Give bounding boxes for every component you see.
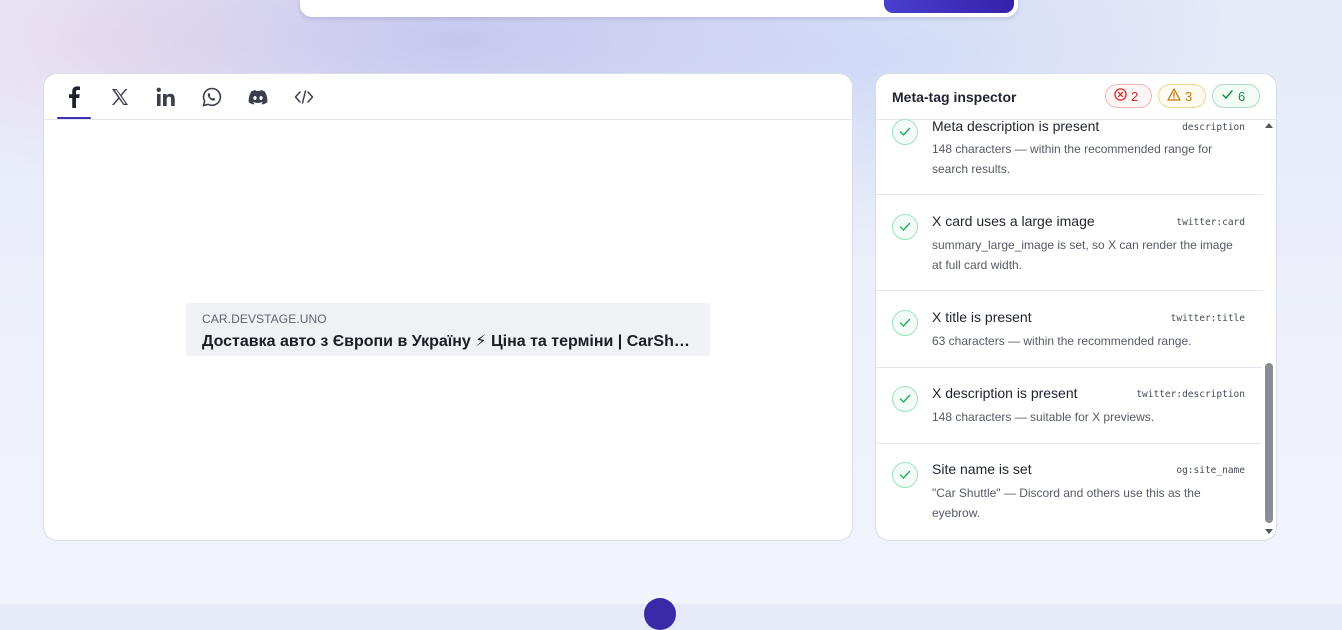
tab-discord[interactable] (241, 74, 275, 119)
check-description: "Car Shuttle" — Discord and others use t… (932, 486, 1201, 520)
tab-linkedin[interactable] (149, 74, 183, 119)
passed-count: 6 (1238, 88, 1246, 104)
check-tag: twitter:card (1176, 217, 1245, 228)
passed-count-badge[interactable]: 6 (1212, 84, 1260, 108)
check-title: Meta description is present (932, 119, 1100, 134)
check-circle-icon (892, 119, 918, 145)
top-search-bar (300, 0, 1018, 17)
preview-panel: CAR.DEVSTAGE.UNO Доставка авто з Європи … (43, 73, 853, 541)
error-circle-icon (1114, 88, 1127, 104)
list-item: X card uses a large image twitter:card s… (876, 195, 1262, 291)
tab-embed[interactable] (287, 74, 321, 119)
error-count: 2 (1131, 88, 1139, 104)
inspector-scrollbar[interactable] (1262, 119, 1276, 540)
check-title: X description is present (932, 385, 1078, 401)
check-tag: twitter:title (1170, 313, 1245, 324)
check-icon (1221, 88, 1234, 104)
tab-x[interactable] (103, 74, 137, 119)
preview-domain: CAR.DEVSTAGE.UNO (202, 312, 327, 326)
error-count-badge[interactable]: 2 (1105, 84, 1152, 108)
check-tag: twitter:description (1136, 389, 1245, 400)
scroll-up-arrow-icon[interactable] (1265, 123, 1273, 128)
scroll-thumb[interactable] (1265, 363, 1273, 523)
check-description: summary_large_image is set, so X can ren… (932, 238, 1233, 272)
warning-triangle-icon (1167, 88, 1181, 104)
warning-count-badge[interactable]: 3 (1158, 84, 1206, 108)
list-item: X title is present twitter:title 63 char… (876, 291, 1262, 368)
check-description: 148 characters — suitable for X previews… (932, 410, 1155, 424)
check-circle-icon (892, 386, 918, 412)
warning-count: 3 (1185, 88, 1193, 104)
tab-whatsapp[interactable] (195, 74, 229, 119)
check-title: X title is present (932, 309, 1032, 325)
floating-action-button[interactable] (644, 598, 676, 630)
list-item: Meta description is present description … (876, 119, 1262, 195)
preview-title: Доставка авто з Європи в Україну ⚡ Ціна … (202, 333, 698, 350)
whatsapp-icon (202, 87, 222, 107)
discord-icon (248, 89, 268, 105)
check-tag: og:site_name (1176, 465, 1245, 476)
check-circle-icon (892, 462, 918, 488)
check-tag: description (1182, 122, 1245, 133)
scroll-down-arrow-icon[interactable] (1265, 529, 1273, 534)
check-title: Site name is set (932, 461, 1032, 477)
check-circle-icon (892, 310, 918, 336)
list-item: Site name is set og:site_name "Car Shutt… (876, 444, 1262, 540)
link-preview-card[interactable]: CAR.DEVSTAGE.UNO Доставка авто з Європи … (186, 303, 710, 356)
check-circle-icon (892, 214, 918, 240)
facebook-icon (67, 85, 81, 108)
check-list[interactable]: Meta description is present description … (876, 119, 1262, 540)
meta-tag-inspector: Meta-tag inspector 2 3 6 Meta descriptio… (875, 73, 1277, 541)
linkedin-icon (156, 87, 176, 107)
x-icon (111, 88, 129, 106)
list-item: X description is present twitter:descrip… (876, 368, 1262, 444)
check-title: X card uses a large image (932, 213, 1095, 229)
check-description: 148 characters — within the recommended … (932, 142, 1213, 176)
platform-tabs (44, 74, 852, 120)
tab-facebook[interactable] (57, 74, 91, 119)
inspector-header: Meta-tag inspector 2 3 6 (876, 74, 1276, 120)
check-description: 63 characters — within the recommended r… (932, 334, 1192, 348)
top-submit-button[interactable] (884, 0, 1014, 13)
inspector-title: Meta-tag inspector (892, 89, 1017, 105)
code-icon (294, 89, 314, 105)
